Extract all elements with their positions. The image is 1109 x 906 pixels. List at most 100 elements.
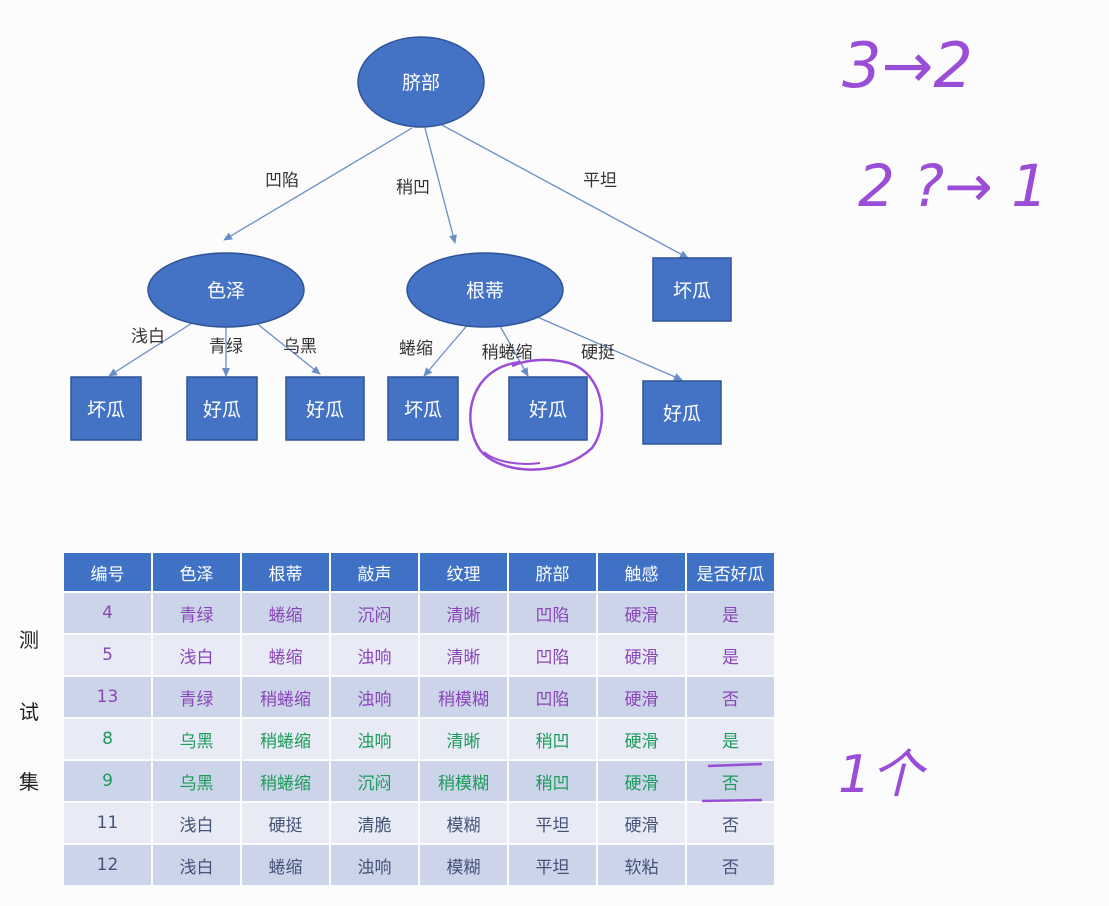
cell-texture: 清晰 [420, 593, 507, 633]
cell-sound: 浊响 [331, 677, 418, 717]
cell-is-good: 是 [687, 635, 774, 675]
cell-is-good: 否 [687, 845, 774, 885]
cell-id: 11 [64, 803, 151, 843]
cell-touch: 硬滑 [598, 719, 685, 759]
leaf-left-3-label: 好瓜 [306, 399, 344, 421]
table-row: 13 青绿 稍蜷缩 浊响 稍模糊 凹陷 硬滑 否 [64, 677, 774, 717]
cell-color: 浅白 [153, 635, 240, 675]
cell-sound: 浊响 [331, 845, 418, 885]
cell-navel: 凹陷 [509, 677, 596, 717]
cell-sound: 浊响 [331, 719, 418, 759]
table-row: 12 浅白 蜷缩 浊响 模糊 平坦 软粘 否 [64, 845, 774, 885]
cell-id: 12 [64, 845, 151, 885]
header-color: 色泽 [153, 553, 240, 591]
header-navel: 脐部 [509, 553, 596, 591]
edge-label-middle-3: 硬挺 [581, 343, 615, 363]
cell-touch: 硬滑 [598, 677, 685, 717]
cell-color: 青绿 [153, 677, 240, 717]
edge-label-root-1: 凹陷 [265, 171, 299, 191]
table-header-row: 编号 色泽 根蒂 敲声 纹理 脐部 触感 是否好瓜 [64, 553, 774, 591]
cell-navel: 凹陷 [509, 593, 596, 633]
cell-texture: 稍模糊 [420, 677, 507, 717]
cell-texture: 模糊 [420, 845, 507, 885]
cell-is-good: 否 [687, 761, 774, 801]
header-id: 编号 [64, 553, 151, 591]
cell-is-good: 否 [687, 803, 774, 843]
edge-root-left [223, 127, 413, 241]
edge-label-root-3: 平坦 [583, 171, 617, 191]
cell-sound: 沉闷 [331, 593, 418, 633]
cell-sound: 浊响 [331, 635, 418, 675]
leaf-left-1: 坏瓜 [70, 376, 142, 441]
node-root-stalk: 根蒂 [406, 252, 564, 328]
cell-touch: 硬滑 [598, 803, 685, 843]
cell-navel: 凹陷 [509, 635, 596, 675]
cell-texture: 稍模糊 [420, 761, 507, 801]
table-row: 9 乌黑 稍蜷缩 沉闷 稍模糊 稍凹 硬滑 否 [64, 761, 774, 801]
cell-sound: 沉闷 [331, 761, 418, 801]
header-touch: 触感 [598, 553, 685, 591]
cell-color: 乌黑 [153, 761, 240, 801]
leaf-middle-3: 好瓜 [642, 380, 722, 445]
node-root-stalk-label: 根蒂 [466, 280, 504, 302]
node-color: 色泽 [147, 252, 305, 328]
node-color-label: 色泽 [207, 280, 245, 302]
cell-navel: 稍凹 [509, 719, 596, 759]
cell-root: 稍蜷缩 [242, 677, 329, 717]
edge-label-left-3: 乌黑 [283, 337, 317, 357]
cell-touch: 硬滑 [598, 761, 685, 801]
header-root: 根蒂 [242, 553, 329, 591]
edge-label-middle-2: 稍蜷缩 [482, 343, 533, 363]
leaf-left-1-label: 坏瓜 [87, 399, 125, 421]
cell-root: 蜷缩 [242, 635, 329, 675]
leaf-left-2: 好瓜 [186, 376, 258, 441]
edge-label-root-2: 稍凹 [396, 178, 430, 198]
cell-is-good: 是 [687, 593, 774, 633]
leaf-flat: 坏瓜 [652, 257, 732, 322]
cell-color: 浅白 [153, 803, 240, 843]
header-is-good: 是否好瓜 [687, 553, 774, 591]
cell-root: 蜷缩 [242, 593, 329, 633]
leaf-middle-1-label: 坏瓜 [404, 399, 442, 421]
cell-root: 稍蜷缩 [242, 761, 329, 801]
leaf-flat-label: 坏瓜 [673, 280, 711, 302]
header-texture: 纹理 [420, 553, 507, 591]
cell-id: 4 [64, 593, 151, 633]
side-label-char-1: 测 [19, 628, 39, 652]
cell-id: 13 [64, 677, 151, 717]
cell-color: 浅白 [153, 845, 240, 885]
header-sound: 敲声 [331, 553, 418, 591]
leaf-middle-1: 坏瓜 [387, 376, 459, 441]
cell-root: 蜷缩 [242, 845, 329, 885]
cell-is-good: 否 [687, 677, 774, 717]
table-row: 8 乌黑 稍蜷缩 浊响 清晰 稍凹 硬滑 是 [64, 719, 774, 759]
cell-root: 稍蜷缩 [242, 719, 329, 759]
cell-texture: 清晰 [420, 719, 507, 759]
cell-touch: 硬滑 [598, 635, 685, 675]
cell-id: 5 [64, 635, 151, 675]
edge-label-left-2: 青绿 [209, 337, 243, 357]
cell-navel: 稍凹 [509, 761, 596, 801]
table-row: 11 浅白 硬挺 清脆 模糊 平坦 硬滑 否 [64, 803, 774, 843]
leaf-middle-2-label: 好瓜 [529, 399, 567, 421]
table-row: 4 青绿 蜷缩 沉闷 清晰 凹陷 硬滑 是 [64, 593, 774, 633]
cell-texture: 模糊 [420, 803, 507, 843]
cell-sound: 清脆 [331, 803, 418, 843]
side-label-char-3: 集 [19, 770, 39, 794]
side-label-char-2: 试 [19, 700, 39, 724]
edge-root-right [439, 123, 689, 259]
cell-color: 青绿 [153, 593, 240, 633]
test-set-table: 编号 色泽 根蒂 敲声 纹理 脐部 触感 是否好瓜 4 青绿 蜷缩 沉闷 清晰 … [62, 551, 776, 887]
root-node-label: 脐部 [402, 72, 440, 94]
cell-texture: 清晰 [420, 635, 507, 675]
cell-id: 8 [64, 719, 151, 759]
table-row: 5 浅白 蜷缩 浊响 清晰 凹陷 硬滑 是 [64, 635, 774, 675]
edge-label-middle-1: 蜷缩 [399, 339, 433, 359]
cell-root: 硬挺 [242, 803, 329, 843]
root-edges [223, 123, 689, 259]
leaf-middle-3-label: 好瓜 [663, 403, 701, 425]
cell-id: 9 [64, 761, 151, 801]
cell-color: 乌黑 [153, 719, 240, 759]
cell-navel: 平坦 [509, 803, 596, 843]
root-node: 脐部 [357, 36, 485, 128]
